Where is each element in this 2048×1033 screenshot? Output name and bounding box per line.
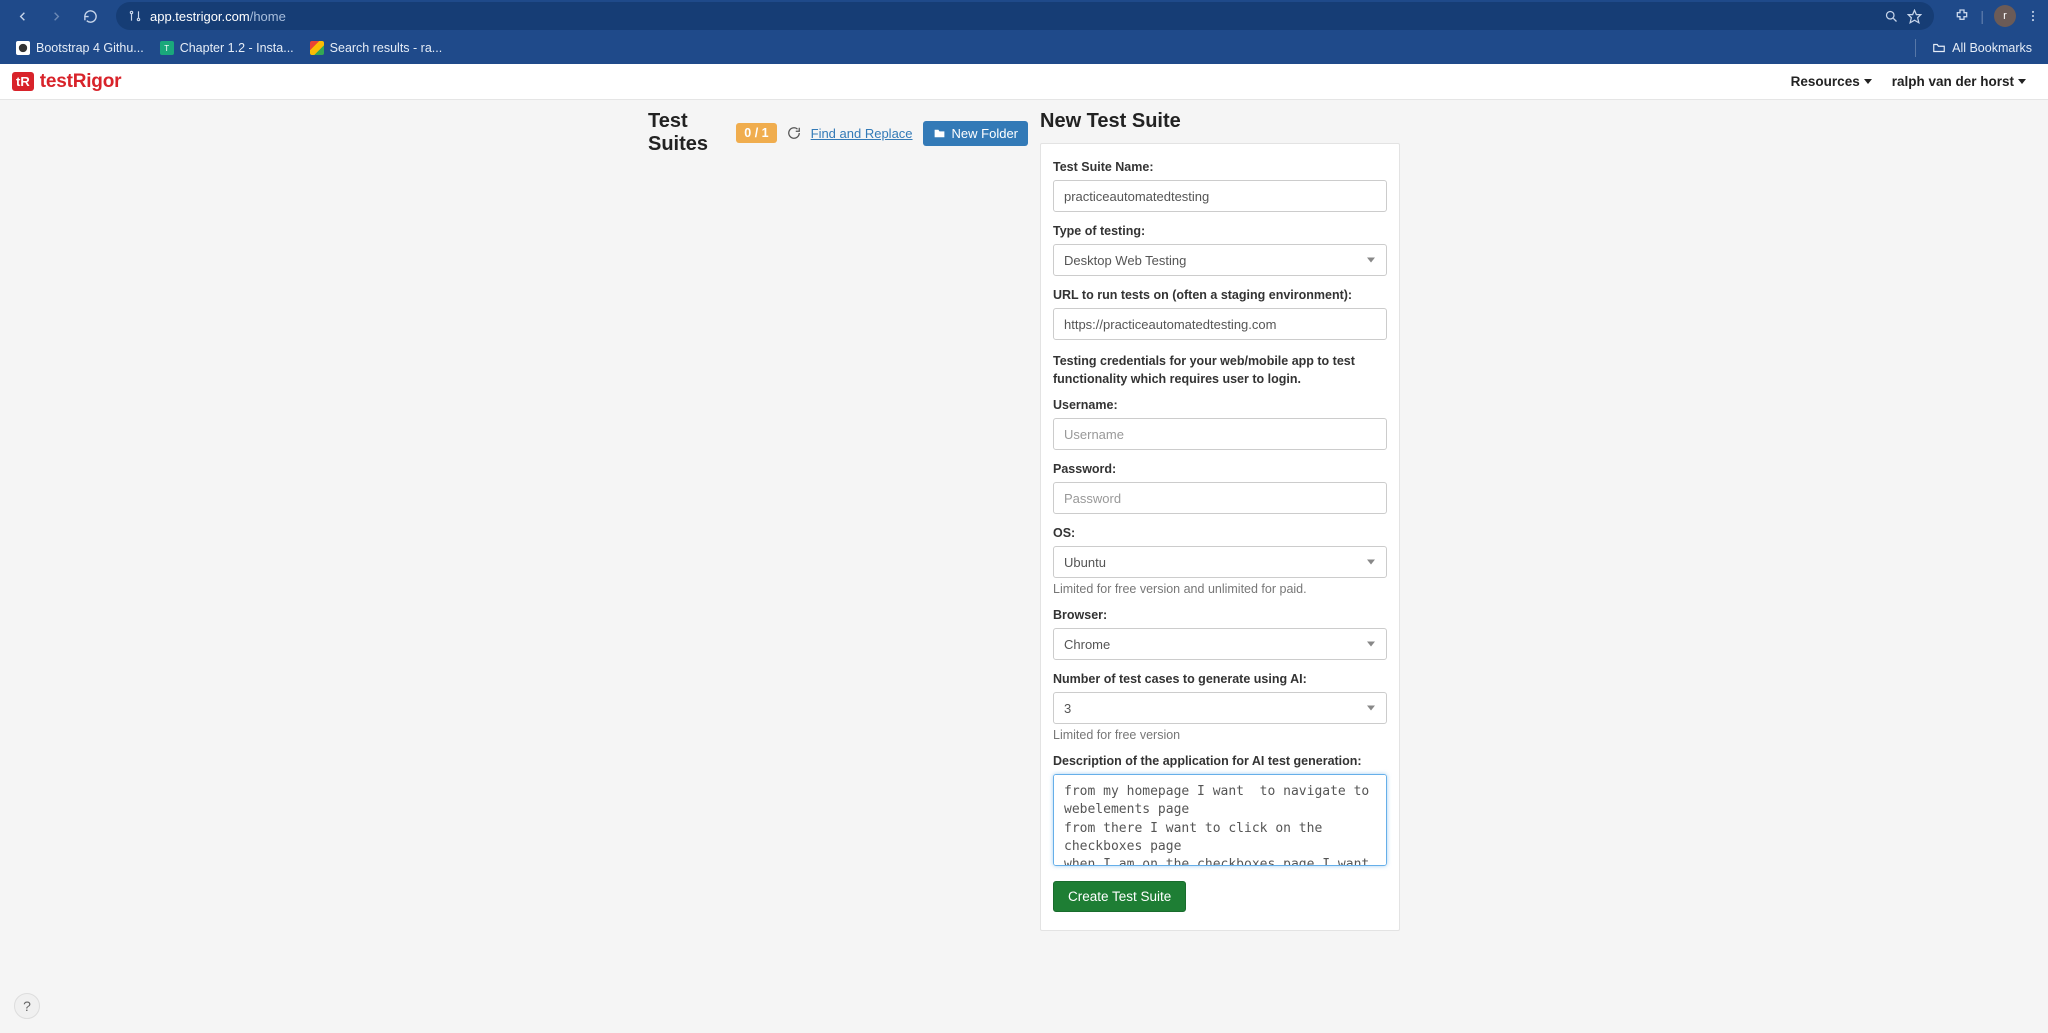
- numcases-select[interactable]: [1053, 692, 1387, 724]
- suite-count-badge: 0 / 1: [736, 123, 776, 143]
- app-header: tR testRigor Resources ralph van der hor…: [0, 64, 2048, 100]
- all-bookmarks-button[interactable]: All Bookmarks: [1926, 37, 2038, 59]
- logo-text: testRigor: [40, 71, 122, 93]
- extensions-icon[interactable]: [1954, 8, 1970, 24]
- user-label: ralph van der horst: [1892, 74, 2014, 89]
- question-icon: ?: [23, 998, 31, 1014]
- bookmark-label: Search results - ra...: [330, 41, 443, 55]
- reload-icon: [83, 9, 98, 24]
- type-label: Type of testing:: [1053, 224, 1387, 238]
- logo[interactable]: tR testRigor: [12, 71, 121, 93]
- password-label: Password:: [1053, 462, 1387, 476]
- form-title: New Test Suite: [1040, 110, 1400, 133]
- create-suite-button[interactable]: Create Test Suite: [1053, 881, 1186, 912]
- kebab-menu-icon[interactable]: [2026, 9, 2040, 23]
- all-bookmarks-label: All Bookmarks: [1952, 41, 2032, 55]
- url-text: app.testrigor.com/home: [150, 9, 286, 24]
- url-path: /home: [250, 9, 286, 24]
- test-suites-title: Test Suites: [648, 110, 726, 156]
- user-dropdown[interactable]: ralph van der horst: [1882, 68, 2036, 95]
- folder-icon: [1932, 41, 1946, 55]
- numcases-label: Number of test cases to generate using A…: [1053, 672, 1387, 686]
- reload-button[interactable]: [76, 2, 104, 30]
- refresh-button[interactable]: [787, 126, 801, 140]
- url-label: URL to run tests on (often a staging env…: [1053, 288, 1387, 302]
- name-label: Test Suite Name:: [1053, 160, 1387, 174]
- new-test-suite-column: New Test Suite Test Suite Name: Type of …: [1040, 110, 1400, 1033]
- os-help: Limited for free version and unlimited f…: [1053, 582, 1387, 596]
- url-host: app.testrigor.com: [150, 9, 250, 24]
- favicon-icon: T: [160, 41, 174, 55]
- arrow-right-icon: [49, 9, 64, 24]
- bookmark-item[interactable]: T Chapter 1.2 - Insta...: [154, 37, 300, 59]
- new-folder-label: New Folder: [952, 126, 1018, 141]
- create-suite-label: Create Test Suite: [1068, 889, 1171, 904]
- bookmarks-bar: Bootstrap 4 Githu... T Chapter 1.2 - Ins…: [0, 32, 2048, 64]
- username-label: Username:: [1053, 398, 1387, 412]
- site-settings-icon[interactable]: [128, 9, 142, 23]
- bookmark-label: Chapter 1.2 - Insta...: [180, 41, 294, 55]
- logo-badge: tR: [12, 72, 34, 91]
- bookmark-item[interactable]: Bootstrap 4 Githu...: [10, 37, 150, 59]
- folder-plus-icon: [933, 127, 946, 140]
- url-bar[interactable]: app.testrigor.com/home: [116, 2, 1934, 30]
- form-card: Test Suite Name: Type of testing: URL to…: [1040, 143, 1400, 931]
- main-content: Test Suites 0 / 1 Find and Replace New F…: [0, 100, 2048, 1033]
- resources-label: Resources: [1791, 74, 1860, 89]
- bookmark-item[interactable]: Search results - ra...: [304, 37, 449, 59]
- url-input[interactable]: [1053, 308, 1387, 340]
- star-icon[interactable]: [1907, 9, 1922, 24]
- find-replace-link[interactable]: Find and Replace: [811, 126, 913, 141]
- browser-label: Browser:: [1053, 608, 1387, 622]
- credentials-help: Testing credentials for your web/mobile …: [1053, 352, 1387, 388]
- browser-chrome: app.testrigor.com/home | r Bootstrap 4 G…: [0, 0, 2048, 64]
- password-input[interactable]: [1053, 482, 1387, 514]
- profile-avatar[interactable]: r: [1994, 5, 2016, 27]
- type-select[interactable]: [1053, 244, 1387, 276]
- favicon-icon: [16, 41, 30, 55]
- browser-select[interactable]: [1053, 628, 1387, 660]
- os-select[interactable]: [1053, 546, 1387, 578]
- bookmark-label: Bootstrap 4 Githu...: [36, 41, 144, 55]
- refresh-icon: [787, 126, 801, 140]
- zoom-icon[interactable]: [1884, 9, 1899, 24]
- resources-dropdown[interactable]: Resources: [1781, 68, 1882, 95]
- test-suites-column: Test Suites 0 / 1 Find and Replace New F…: [648, 110, 1028, 1033]
- new-folder-button[interactable]: New Folder: [923, 121, 1028, 146]
- back-button[interactable]: [8, 2, 36, 30]
- numcases-help: Limited for free version: [1053, 728, 1387, 742]
- os-label: OS:: [1053, 526, 1387, 540]
- desc-textarea[interactable]: [1053, 774, 1387, 866]
- desc-label: Description of the application for AI te…: [1053, 754, 1387, 768]
- favicon-icon: [310, 41, 324, 55]
- help-button[interactable]: ?: [14, 993, 40, 1019]
- name-input[interactable]: [1053, 180, 1387, 212]
- caret-down-icon: [1864, 79, 1872, 84]
- caret-down-icon: [2018, 79, 2026, 84]
- arrow-left-icon: [15, 9, 30, 24]
- forward-button[interactable]: [42, 2, 70, 30]
- username-input[interactable]: [1053, 418, 1387, 450]
